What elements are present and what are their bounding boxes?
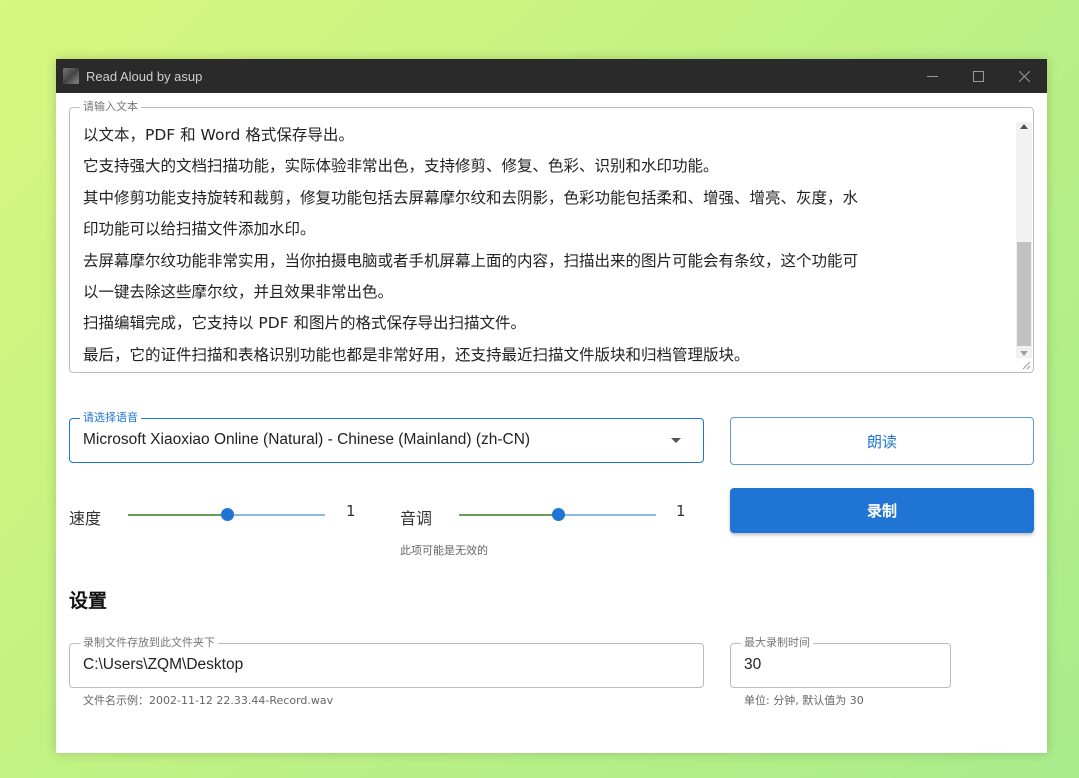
- speed-label: 速度: [69, 509, 102, 528]
- maximize-button[interactable]: [955, 59, 1001, 93]
- read-aloud-button[interactable]: 朗读: [730, 417, 1034, 465]
- dropdown-arrow-icon[interactable]: [671, 438, 681, 443]
- app-icon: [63, 68, 79, 84]
- text-line: 印功能可以给扫描文件添加水印。: [83, 220, 316, 239]
- pitch-slider-thumb[interactable]: [552, 508, 565, 521]
- scrollbar-thumb[interactable]: [1017, 242, 1031, 346]
- text-line: 扫描编辑完成，它支持以 PDF 和图片的格式保存导出扫描文件。: [83, 314, 527, 333]
- minimize-button[interactable]: [909, 59, 955, 93]
- settings-title: 设置: [69, 590, 108, 612]
- text-input-content[interactable]: 以文本，PDF 和 Word 格式保存导出。 它支持强大的文档扫描功能，实际体验…: [83, 120, 1003, 368]
- max-record-time-legend: 最大录制时间: [741, 636, 813, 650]
- speed-slider-thumb[interactable]: [221, 508, 234, 521]
- pitch-slider-rest: [558, 514, 656, 516]
- text-line: 它支持强大的文档扫描功能，实际体验非常出色，支持修剪、修复、色彩、识别和水印功能…: [83, 157, 719, 176]
- app-window: Read Aloud by asup 请输入文本 以文本，PDF 和 Word …: [56, 59, 1047, 753]
- text-scrollbar[interactable]: [1016, 122, 1032, 358]
- record-button[interactable]: 录制: [730, 488, 1034, 533]
- text-line: 去屏幕摩尔纹功能非常实用，当你拍摄电脑或者手机屏幕上面的内容，扫描出来的图片可能…: [83, 251, 859, 270]
- resize-grip-icon[interactable]: [1021, 360, 1031, 370]
- text-line: 其中修剪功能支持旋转和裁剪，修复功能包括去屏幕摩尔纹和去阴影，色彩功能包括柔和、…: [83, 188, 859, 207]
- pitch-label: 音调: [400, 509, 433, 528]
- record-folder-field[interactable]: 录制文件存放到此文件夹下 C:\Users\ZQM\Desktop: [69, 636, 704, 688]
- speed-slider-rest: [227, 514, 325, 516]
- close-icon: [1018, 70, 1030, 82]
- minimize-icon: [926, 75, 938, 77]
- text-line: 以一键去除这些摩尔纹，并且效果非常出色。: [83, 283, 394, 302]
- window-title: Read Aloud by asup: [86, 68, 203, 84]
- pitch-value: 1: [676, 502, 686, 520]
- speed-slider-fill: [128, 514, 227, 516]
- text-line: 以文本，PDF 和 Word 格式保存导出。: [83, 126, 354, 144]
- voice-selected-value: Microsoft Xiaoxiao Online (Natural) - Ch…: [83, 431, 531, 448]
- voice-select-legend: 请选择语音: [80, 411, 141, 425]
- speed-value: 1: [346, 502, 356, 520]
- close-button[interactable]: [1001, 59, 1047, 93]
- text-input-legend: 请输入文本: [80, 100, 141, 114]
- record-folder-value: C:\Users\ZQM\Desktop: [83, 656, 244, 673]
- max-record-time-hint: 单位: 分钟, 默认值为 30: [744, 694, 864, 707]
- filename-example-hint: 文件名示例：2002-11-12 22.33.44-Record.wav: [83, 694, 334, 707]
- pitch-slider[interactable]: [459, 508, 656, 521]
- text-line: 最后，它的证件扫描和表格识别功能也都是非常好用，还支持最近扫描文件版块和归档管理…: [83, 345, 750, 364]
- window-controls: [909, 59, 1047, 93]
- speed-slider[interactable]: [128, 508, 325, 521]
- voice-select[interactable]: 请选择语音 Microsoft Xiaoxiao Online (Natural…: [69, 411, 704, 463]
- record-folder-legend: 录制文件存放到此文件夹下: [80, 636, 218, 650]
- scroll-up-icon[interactable]: [1020, 124, 1028, 129]
- max-record-time-field[interactable]: 最大录制时间 30: [730, 636, 951, 688]
- scroll-down-icon[interactable]: [1020, 351, 1028, 356]
- text-input-area[interactable]: 请输入文本 以文本，PDF 和 Word 格式保存导出。 它支持强大的文档扫描功…: [69, 100, 1034, 373]
- title-bar[interactable]: Read Aloud by asup: [56, 59, 1047, 93]
- pitch-hint: 此项可能是无效的: [400, 544, 488, 557]
- max-record-time-value: 30: [744, 656, 762, 673]
- pitch-slider-fill: [459, 514, 558, 516]
- maximize-icon: [972, 70, 984, 82]
